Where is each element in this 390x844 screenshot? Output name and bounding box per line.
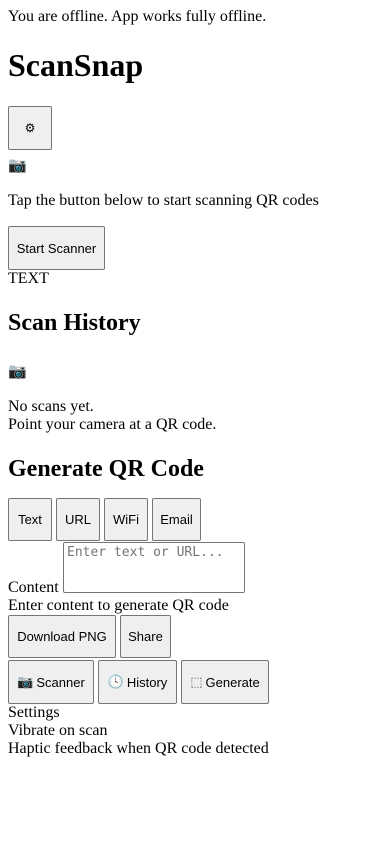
vibrate-setting-description: Haptic feedback when QR code detected [8,740,269,757]
nav-scanner-label: Scanner [36,674,85,690]
vibrate-setting-label[interactable]: Vibrate on scan [8,722,107,740]
empty-history-hint: Point your camera at a QR code. [8,416,217,433]
generate-heading: Generate QR Code [8,456,204,482]
offline-banner: You are offline. App works fully offline… [8,8,267,25]
history-heading: Scan History [8,310,141,336]
type-email-button[interactable]: Email [152,498,201,541]
start-scanner-button[interactable]: Start Scanner [8,226,105,270]
camera-icon: 📷 [17,674,34,690]
qr-square-icon: ⬚ [190,674,203,690]
result-type: TEXT [8,270,49,287]
content-label: Content [8,579,59,596]
empty-history-camera-icon: 📷 [8,362,27,380]
nav-history-label: History [126,674,168,690]
share-button[interactable]: Share [120,615,171,658]
camera-icon: 📷 [8,156,27,174]
nav-generate-button[interactable]: ⬚ Generate [181,660,269,704]
settings-heading: Settings [8,704,60,721]
type-text-button[interactable]: Text [8,498,52,541]
qr-preview-hint: Enter content to generate QR code [8,597,229,614]
type-url-button[interactable]: URL [56,498,100,541]
app-title: ScanSnap [8,47,144,83]
clock-icon: 🕓 [107,674,124,690]
nav-history-button[interactable]: 🕓 History [98,660,177,704]
scanner-instruction: Tap the button below to start scanning Q… [8,192,319,209]
download-png-button[interactable]: Download PNG [8,615,116,658]
settings-button[interactable]: ⚙ [8,106,52,150]
nav-generate-label: Generate [205,674,260,690]
type-wifi-button[interactable]: WiFi [104,498,148,541]
content-input[interactable] [63,542,245,593]
nav-scanner-button[interactable]: 📷 Scanner [8,660,94,704]
gear-icon: ⚙ [24,121,36,135]
empty-history-title: No scans yet. [8,398,94,415]
